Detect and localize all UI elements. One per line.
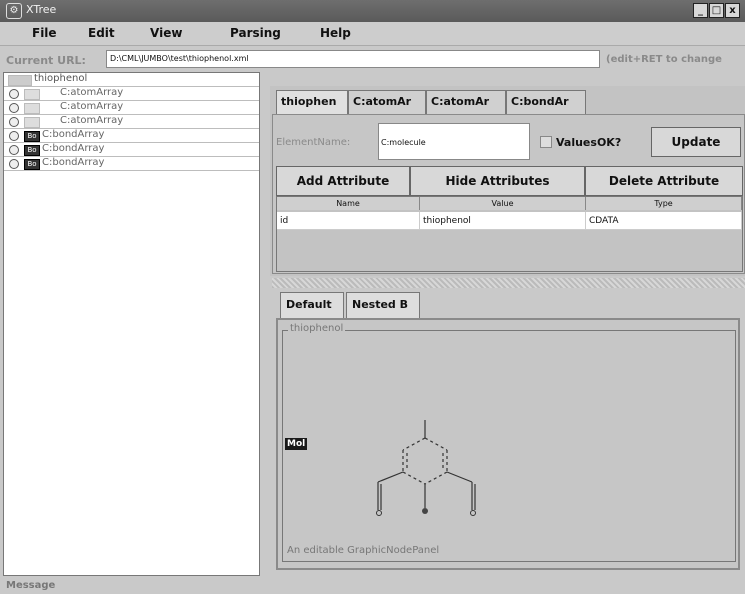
tree-item[interactable]: Bo C:bondArray xyxy=(4,143,259,157)
element-name-input[interactable]: C:molecule xyxy=(378,123,530,160)
bond-icon: Bo xyxy=(24,131,40,142)
table-cell-type[interactable]: CDATA xyxy=(586,212,742,230)
element-tree[interactable]: thiophenol C:atomArray C:atomArray C:ato… xyxy=(3,72,260,576)
url-input[interactable]: D:\CML\JUMBO\test\thiophenol.xml xyxy=(106,50,600,68)
molecule-graphic[interactable] xyxy=(360,420,500,530)
menu-parsing[interactable]: Parsing xyxy=(230,26,281,40)
menu-help[interactable]: Help xyxy=(320,26,351,40)
column-header-name[interactable]: Name xyxy=(277,197,420,210)
tree-item-label: C:bondArray xyxy=(42,157,105,168)
minimize-button[interactable]: _ xyxy=(693,3,708,18)
group-border xyxy=(282,330,736,562)
tree-root-label: thiophenol xyxy=(34,73,88,84)
add-attribute-button[interactable]: Add Attribute xyxy=(276,166,410,196)
bond-icon: Bo xyxy=(24,159,40,170)
node-handle-icon[interactable] xyxy=(9,145,19,155)
url-label: Current URL: xyxy=(6,54,86,67)
status-bar xyxy=(0,578,745,594)
node-icon xyxy=(24,117,40,128)
tab-atomarray-1[interactable]: C:atomAr xyxy=(348,90,426,114)
split-pane-divider[interactable] xyxy=(272,278,745,288)
window-title: XTree xyxy=(26,3,57,16)
tree-item[interactable]: Bo C:bondArray xyxy=(4,129,259,143)
table-cell-name[interactable]: id xyxy=(277,212,420,230)
tree-item-label: C:atomArray xyxy=(60,115,124,126)
node-handle-icon[interactable] xyxy=(9,131,19,141)
tree-item-label: C:bondArray xyxy=(42,129,105,140)
column-header-value[interactable]: Value xyxy=(420,197,586,210)
bond-icon: Bo xyxy=(24,145,40,156)
column-header-type[interactable]: Type xyxy=(586,197,742,210)
tab-bondarray[interactable]: C:bondAr xyxy=(506,90,586,114)
node-handle-icon[interactable] xyxy=(9,103,19,113)
node-handle-icon[interactable] xyxy=(9,117,19,127)
title-bar[interactable] xyxy=(0,0,745,22)
node-handle-icon[interactable] xyxy=(9,89,19,99)
tab-thiophen[interactable]: thiophen xyxy=(276,90,348,114)
element-name-label: ElementName: xyxy=(276,137,351,148)
node-handle-icon[interactable] xyxy=(9,159,19,169)
hide-attributes-button[interactable]: Hide Attributes xyxy=(410,166,585,196)
values-ok-checkbox[interactable] xyxy=(540,136,552,148)
tree-root[interactable]: thiophenol xyxy=(4,73,259,87)
update-button[interactable]: Update xyxy=(651,127,741,157)
node-icon xyxy=(24,103,40,114)
mol-node-tag[interactable]: Mol xyxy=(285,438,308,450)
group-title: thiophenol xyxy=(288,323,346,334)
tree-item-label: C:bondArray xyxy=(42,143,105,154)
tree-item[interactable]: C:atomArray xyxy=(4,87,259,101)
values-ok-label: ValuesOK? xyxy=(556,136,622,149)
tab-nested[interactable]: Nested B xyxy=(346,292,420,318)
status-message: Message xyxy=(6,580,56,591)
tab-default[interactable]: Default xyxy=(280,292,344,318)
tree-item-label: C:atomArray xyxy=(60,87,124,98)
maximize-button[interactable]: □ xyxy=(709,3,724,18)
close-button[interactable]: x xyxy=(725,3,740,18)
menu-file[interactable]: File xyxy=(32,26,57,40)
graphic-status: An editable GraphicNodePanel xyxy=(287,545,440,556)
url-hint: (edit+RET to change xyxy=(606,54,722,65)
menu-edit[interactable]: Edit xyxy=(88,26,115,40)
delete-attribute-button[interactable]: Delete Attribute xyxy=(585,166,743,196)
menu-view[interactable]: View xyxy=(150,26,182,40)
tree-item-label: C:atomArray xyxy=(60,101,124,112)
tree-item[interactable]: C:atomArray xyxy=(4,115,259,129)
node-icon xyxy=(24,89,40,100)
tree-item[interactable]: C:atomArray xyxy=(4,101,259,115)
tree-item[interactable]: Bo C:bondArray xyxy=(4,157,259,171)
root-icon xyxy=(8,75,32,86)
app-icon: ⚙ xyxy=(6,3,22,19)
tab-atomarray-2[interactable]: C:atomAr xyxy=(426,90,506,114)
table-cell-value[interactable]: thiophenol xyxy=(420,212,586,230)
